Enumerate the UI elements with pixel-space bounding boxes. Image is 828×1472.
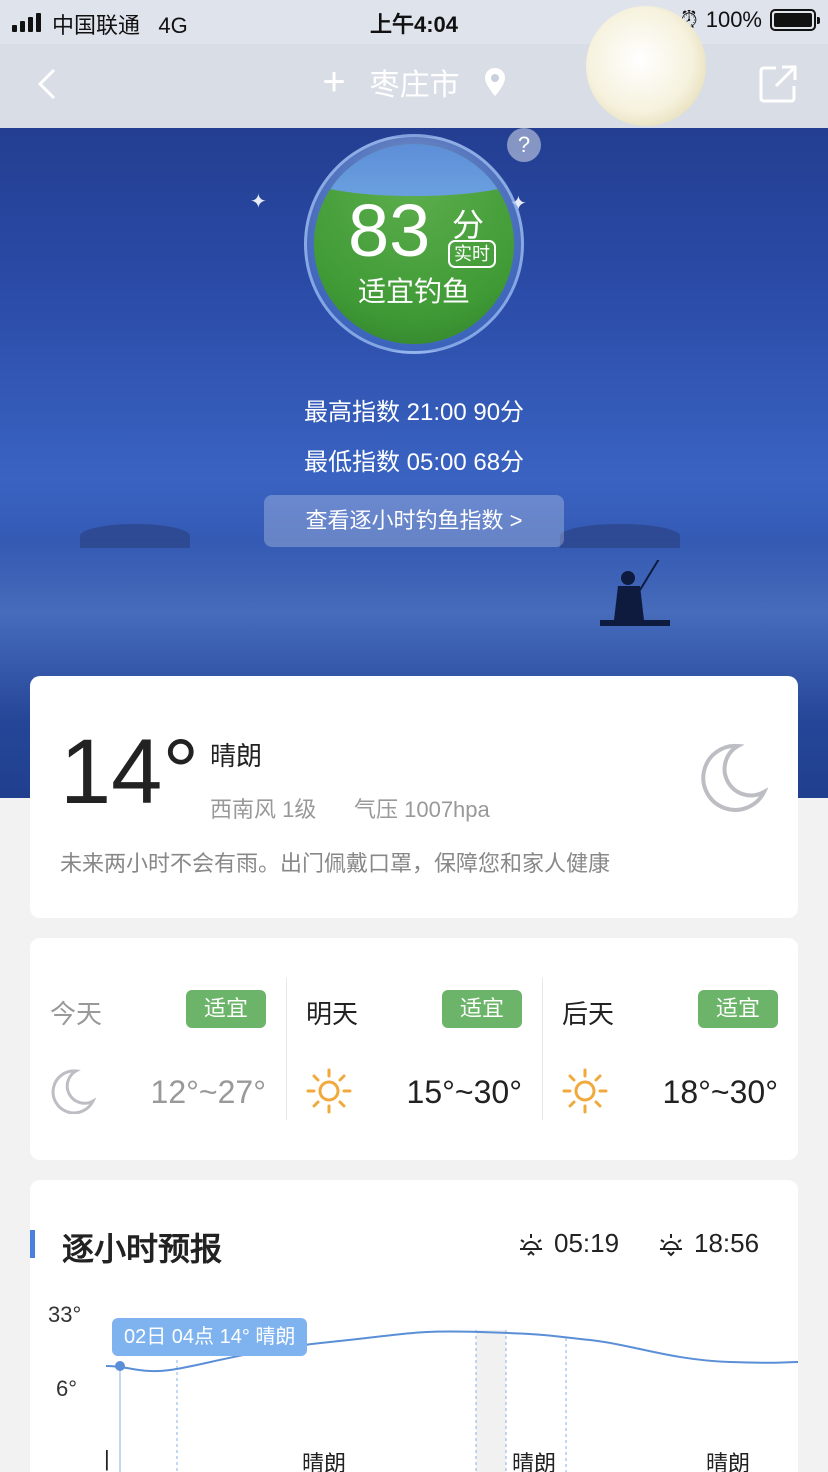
- battery-percent: 100%: [705, 7, 762, 32]
- fisherman-silhouette: [600, 560, 670, 626]
- min-index: 最低指数 05:00 68分: [303, 449, 525, 476]
- max-index: 最高指数 21:00 90分: [303, 399, 525, 426]
- hour-tooltip: 02日 04点 14° 晴朗: [112, 1318, 308, 1356]
- city-name[interactable]: 枣庄市: [370, 60, 460, 104]
- sunrise-value: 05:19: [554, 1228, 620, 1258]
- current-condition: 晴朗: [210, 741, 263, 771]
- location-pin-icon[interactable]: [484, 67, 506, 97]
- suitability-badge: 适宜: [442, 990, 522, 1028]
- mountain-right: [560, 524, 680, 548]
- forecast-tomorrow[interactable]: 明天 适宜 15°~30°: [286, 938, 542, 1160]
- help-icon[interactable]: ?: [507, 128, 541, 162]
- realtime-badge: 实时: [448, 240, 496, 268]
- three-day-forecast-card: 今天 适宜 12°~27° 明天 适宜 15°~30° 后天 适宜 18°~30…: [30, 938, 798, 1160]
- sunrise-time: 05:19: [516, 1228, 619, 1259]
- hour-condition: 晴朗: [512, 1451, 557, 1472]
- fishing-score: 83: [348, 189, 431, 272]
- hourly-temperature-chart[interactable]: [30, 1280, 798, 1472]
- pressure-info: 气压 1007hpa: [354, 797, 490, 822]
- hour-condition: 晴朗: [706, 1451, 751, 1472]
- day-name: 今天: [50, 999, 103, 1029]
- current-weather-card: 14° 晴朗 西南风 1级 气压 1007hpa 未来两小时不会有雨。出门佩戴口…: [30, 676, 798, 918]
- hourly-forecast-card: 逐小时预报 05:19 18:56 33° 6° 02日 04点 14° 晴朗 …: [30, 1180, 798, 1472]
- sun-icon: [562, 1068, 608, 1114]
- suitability-badge: 适宜: [186, 990, 266, 1028]
- section-accent-bar: [30, 1230, 35, 1258]
- current-temperature: 14°: [60, 721, 200, 823]
- battery-icon: [770, 9, 820, 31]
- fishing-suitability: 适宜钓鱼: [357, 276, 470, 307]
- status-bar: 中国联通 4G 上午4:04 🔒︎ ⏰︎ 100%: [0, 0, 828, 44]
- moon-icon: [701, 743, 768, 812]
- wind-info: 西南风 1级: [210, 797, 317, 822]
- hourly-title: 逐小时预报: [62, 1231, 223, 1267]
- mountain-left: [80, 524, 190, 548]
- add-city-icon[interactable]: +: [322, 62, 345, 102]
- forecast-today[interactable]: 今天 适宜 12°~27°: [30, 938, 286, 1160]
- sunset-time: 18:56: [656, 1228, 759, 1259]
- current-hour-point: [115, 1361, 125, 1371]
- forecast-day-after[interactable]: 后天 适宜 18°~30°: [542, 938, 798, 1160]
- share-button[interactable]: [758, 64, 798, 104]
- hourly-fishing-index-button[interactable]: 查看逐小时钓鱼指数 >: [264, 495, 564, 547]
- weather-tip: 未来两小时不会有雨。出门佩戴口罩，保障您和家人健康: [60, 851, 611, 876]
- sunrise-icon: [520, 1233, 542, 1256]
- fishing-score-bubble: 83 分 实时 适宜钓鱼: [304, 134, 524, 354]
- sun-icon: [306, 1068, 352, 1114]
- city-title-row: + 枣庄市: [0, 60, 828, 104]
- sunset-value: 18:56: [694, 1228, 760, 1258]
- star-icon: ✦: [250, 191, 267, 213]
- hour-condition: 晴朗: [302, 1451, 347, 1472]
- day-name: 后天: [562, 999, 615, 1029]
- moon-icon: [51, 1069, 96, 1114]
- day-temp-range: 18°~30°: [662, 1074, 778, 1110]
- day-name: 明天: [306, 999, 359, 1029]
- day-temp-range: 12°~27°: [150, 1074, 266, 1110]
- sunset-icon: [660, 1233, 682, 1256]
- night-band: [476, 1330, 506, 1472]
- share-icon: [759, 65, 797, 103]
- suitability-badge: 适宜: [698, 990, 778, 1028]
- hour-marker: |: [104, 1446, 110, 1471]
- day-temp-range: 15°~30°: [406, 1074, 522, 1110]
